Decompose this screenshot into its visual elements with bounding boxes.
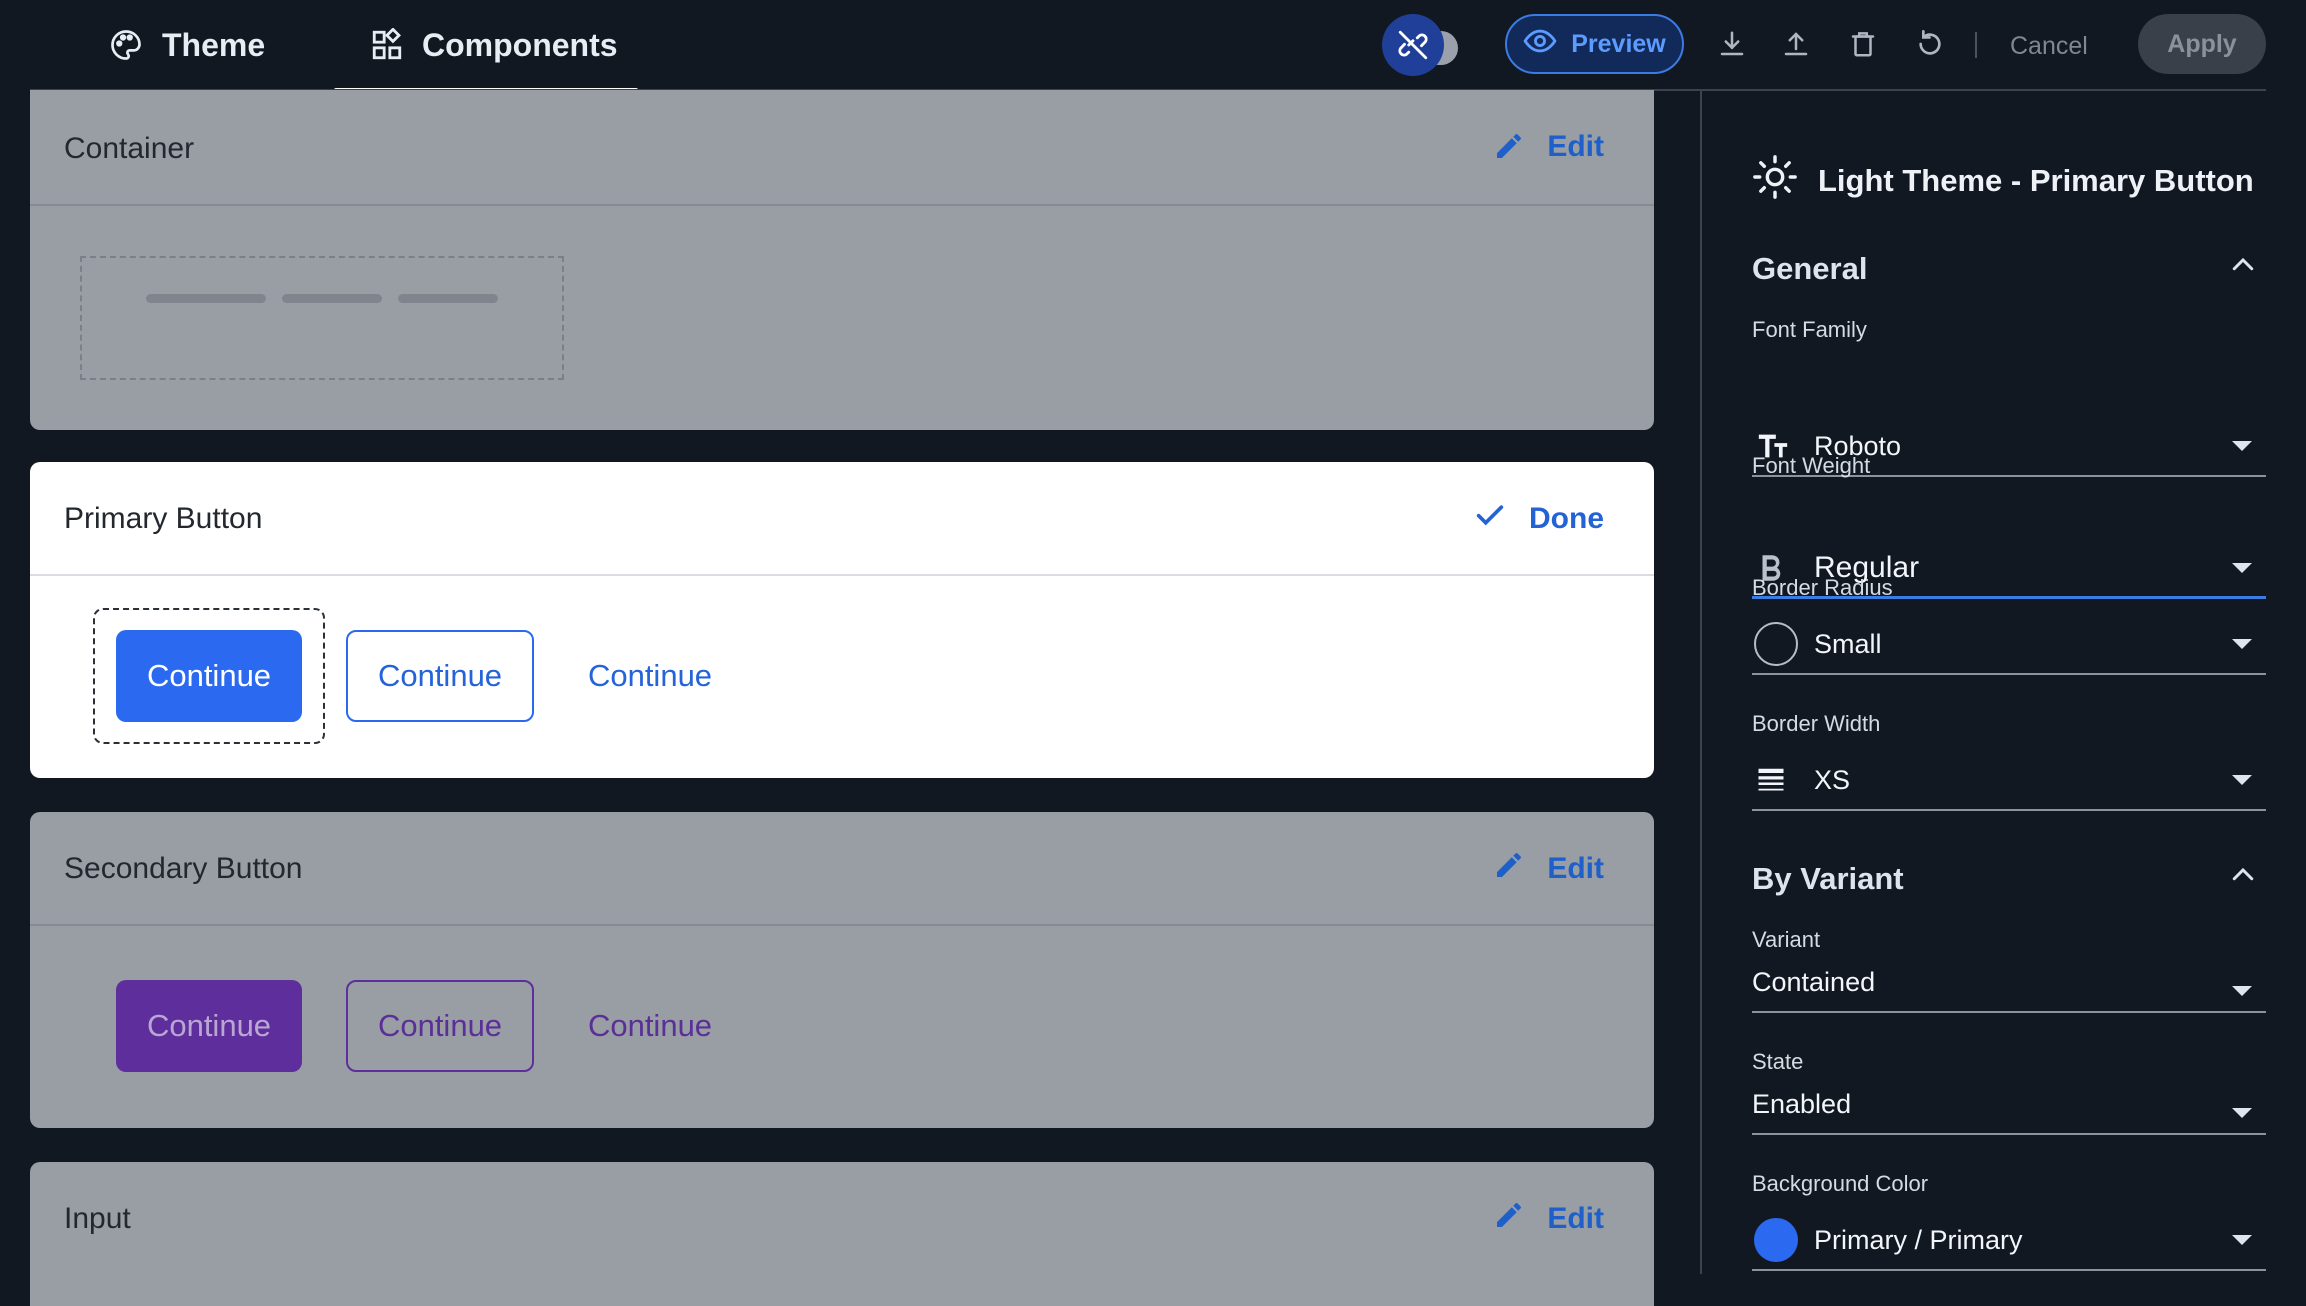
- cancel-button[interactable]: Cancel: [2010, 24, 2088, 68]
- caret-down-icon: [2232, 986, 2252, 996]
- edit-button[interactable]: Edit: [1493, 1162, 1604, 1276]
- card-header: Primary Button Done: [30, 462, 1654, 576]
- background-color-value: Primary / Primary: [1814, 1224, 2023, 1255]
- state-select[interactable]: Enabled: [1752, 1075, 2266, 1135]
- reset-icon[interactable]: [1910, 24, 1950, 64]
- chevron-up-icon: [2228, 860, 2258, 898]
- container-card: Container Edit: [30, 90, 1654, 430]
- preview-button[interactable]: Preview: [1505, 14, 1684, 74]
- trash-icon[interactable]: [1843, 24, 1883, 64]
- card-header: Input Edit: [30, 1162, 1654, 1276]
- section-by-variant[interactable]: By Variant: [1752, 854, 2266, 904]
- pencil-icon: [1493, 130, 1525, 170]
- link-off-icon: [1382, 14, 1444, 76]
- apply-button[interactable]: Apply: [2138, 14, 2266, 74]
- card-title: Secondary Button: [64, 852, 303, 885]
- caret-down-icon: [2232, 1108, 2252, 1118]
- top-bar: Theme Components Preview Cancel Apply: [0, 0, 2306, 92]
- background-color-select[interactable]: Primary / Primary: [1752, 1211, 2266, 1271]
- state-label: State: [1752, 1049, 1804, 1074]
- font-weight-label: Font Weight: [1752, 453, 1871, 478]
- skeleton-line: [146, 294, 266, 303]
- caret-down-icon: [2232, 775, 2252, 785]
- section-general-label: General: [1752, 251, 1868, 286]
- pencil-icon: [1493, 1199, 1525, 1239]
- variant-value: Contained: [1752, 966, 1876, 997]
- state-value: Enabled: [1752, 1088, 1852, 1119]
- primary-text-button[interactable]: Continue: [550, 630, 750, 722]
- border-width-value: XS: [1814, 764, 1851, 795]
- panel-title: Light Theme - Primary Button: [1752, 155, 2254, 207]
- done-label: Done: [1529, 502, 1604, 535]
- border-width-select[interactable]: XS: [1752, 751, 2266, 811]
- secondary-outlined-button[interactable]: Continue: [346, 980, 534, 1072]
- caret-down-icon: [2232, 562, 2252, 573]
- line-weight-icon: [1754, 758, 1798, 802]
- variant-select[interactable]: Contained: [1752, 953, 2266, 1013]
- link-toggle[interactable]: [1382, 14, 1478, 76]
- background-color-label: Background Color: [1752, 1171, 1929, 1196]
- primary-button-card: Primary Button Done Continue Continue Co…: [30, 462, 1654, 778]
- edit-label: Edit: [1547, 130, 1604, 163]
- skeleton-line: [282, 294, 382, 303]
- card-title: Container: [64, 132, 195, 165]
- border-width-label: Border Width: [1752, 711, 1881, 736]
- upload-icon[interactable]: [1776, 24, 1816, 64]
- tab-components-label: Components: [422, 26, 618, 63]
- preview-label: Preview: [1571, 29, 1666, 58]
- card-header: Container Edit: [30, 90, 1654, 206]
- caret-down-icon: [2232, 441, 2252, 451]
- pencil-icon: [1493, 849, 1525, 889]
- border-radius-select[interactable]: Small: [1752, 615, 2266, 675]
- primary-outlined-button[interactable]: Continue: [346, 630, 534, 722]
- done-button[interactable]: Done: [1473, 462, 1604, 576]
- color-swatch-icon: [1754, 1218, 1798, 1262]
- edit-button[interactable]: Edit: [1493, 812, 1604, 926]
- card-header: Secondary Button Edit: [30, 812, 1654, 926]
- secondary-contained-button[interactable]: Continue: [116, 980, 302, 1072]
- input-card: Input Edit: [30, 1162, 1654, 1306]
- card-title: Primary Button: [64, 502, 263, 535]
- circle-outline-icon: [1754, 622, 1798, 666]
- palette-icon: [108, 27, 144, 63]
- caret-down-icon: [2232, 639, 2252, 649]
- sun-icon: [1752, 154, 1798, 208]
- font-family-label: Font Family: [1752, 317, 1867, 342]
- download-icon[interactable]: [1712, 24, 1752, 64]
- edit-label: Edit: [1547, 852, 1604, 885]
- caret-down-icon: [2232, 1235, 2252, 1245]
- panel-title-text: Light Theme - Primary Button: [1818, 163, 2254, 198]
- variant-label: Variant: [1752, 927, 1821, 952]
- check-icon: [1473, 498, 1507, 540]
- secondary-text-button[interactable]: Continue: [550, 980, 750, 1072]
- panel-divider: [1700, 91, 1702, 1274]
- border-radius-value: Small: [1814, 628, 1882, 659]
- tab-components[interactable]: Components: [334, 0, 638, 92]
- properties-panel: Light Theme - Primary Button General Fon…: [1752, 91, 2266, 1274]
- section-by-variant-label: By Variant: [1752, 861, 1904, 896]
- card-title: Input: [64, 1202, 131, 1235]
- container-preview: [80, 256, 564, 380]
- tab-theme-label: Theme: [162, 26, 266, 63]
- section-general[interactable]: General: [1752, 244, 2266, 294]
- secondary-button-card: Secondary Button Edit Continue Continue …: [30, 812, 1654, 1128]
- edit-label: Edit: [1547, 1202, 1604, 1235]
- toolbar-divider: [1975, 32, 1977, 58]
- skeleton-line: [398, 294, 498, 303]
- border-radius-label: Border Radius: [1752, 575, 1893, 600]
- chevron-up-icon: [2228, 250, 2258, 288]
- tab-theme[interactable]: Theme: [108, 0, 265, 90]
- edit-button[interactable]: Edit: [1493, 90, 1604, 206]
- components-grid-icon: [370, 28, 404, 62]
- eye-icon: [1523, 24, 1557, 65]
- primary-contained-button[interactable]: Continue: [116, 630, 302, 722]
